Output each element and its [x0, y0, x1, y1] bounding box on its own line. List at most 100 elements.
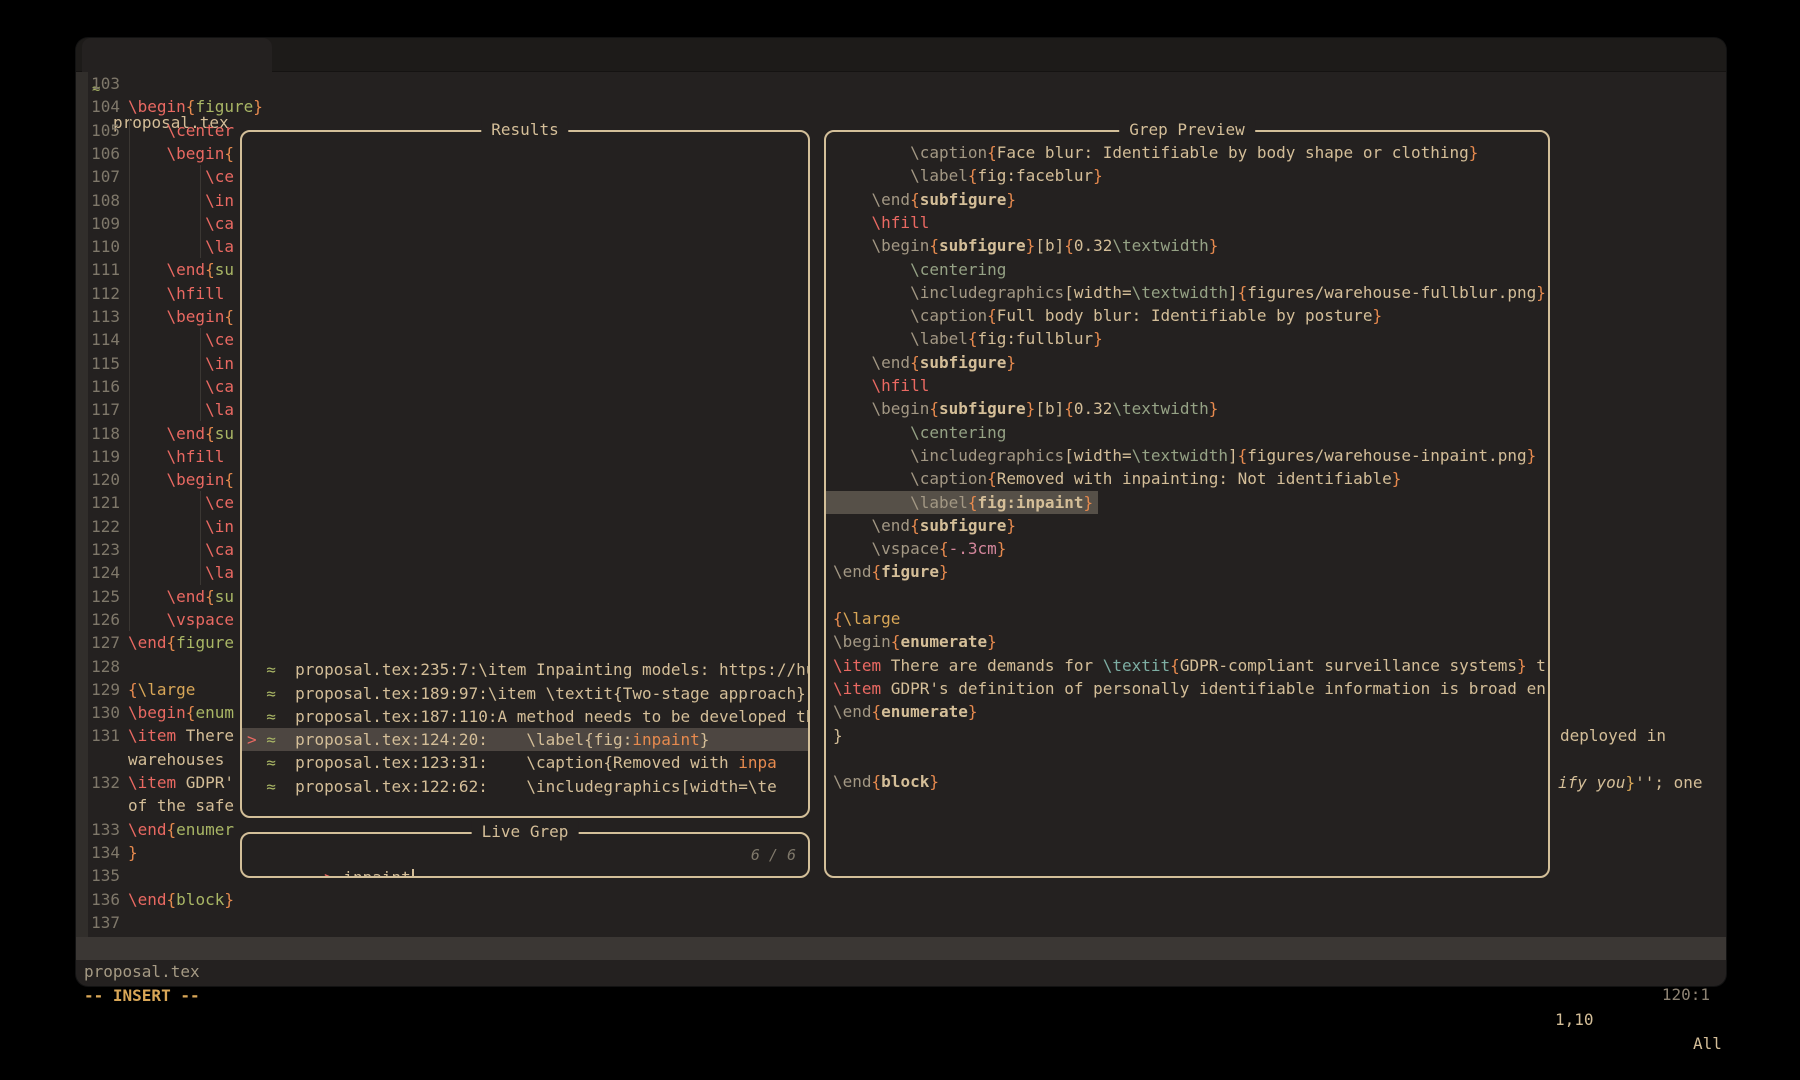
- results-row[interactable]: > ≈ proposal.tex:124:20: \label{fig:inpa…: [242, 728, 808, 751]
- editor-line-text: \ca: [128, 538, 234, 561]
- editor-line-text: \begin{: [128, 305, 234, 328]
- line-number: 134: [76, 841, 120, 864]
- editor-line-text: \item GDPR': [128, 771, 234, 794]
- line-number: 125: [76, 585, 120, 608]
- editor-line-text: \end{su: [128, 422, 234, 445]
- prompt-caret-icon: >: [324, 868, 343, 876]
- editor-line-text: \ce: [128, 165, 234, 188]
- line-number: 124: [76, 561, 120, 584]
- editor-line[interactable]: 103: [76, 72, 1726, 95]
- line-number: 105: [76, 119, 120, 142]
- line-number: 136: [76, 888, 120, 911]
- tex-file-icon: ≈: [266, 730, 276, 749]
- selection-caret-space: [247, 684, 266, 703]
- preview-line: \item There are demands for \textit{GDPR…: [833, 654, 1546, 677]
- line-number: 129: [76, 678, 120, 701]
- tab-proposal-tex[interactable]: ≈ proposal.tex ×: [82, 38, 272, 72]
- statusline: proposal.tex 120:1: [76, 937, 1726, 960]
- editor-line-text: \end{figure: [128, 631, 234, 654]
- line-number: 103: [76, 72, 120, 95]
- preview-line: \vspace{-.3cm}: [833, 537, 1006, 560]
- preview-line: \caption{Face blur: Identifiable by body…: [833, 141, 1478, 164]
- editor-line-text: \hfill: [128, 445, 224, 468]
- line-number: 127: [76, 631, 120, 654]
- preview-line: \centering: [833, 258, 1006, 281]
- results-row[interactable]: ≈ proposal.tex:123:31: \caption{Removed …: [242, 751, 808, 774]
- editor-line-text: \ce: [128, 491, 234, 514]
- indent-guide: [200, 328, 201, 421]
- preview-line: \includegraphics[width=\textwidth]{figur…: [833, 281, 1546, 304]
- line-number: 132: [76, 771, 120, 794]
- editor-line-text: \item There: [128, 724, 234, 747]
- indent-guide: [129, 119, 130, 632]
- editor-line-text: \hfill: [128, 282, 224, 305]
- line-number: 117: [76, 398, 120, 421]
- preview-line: \centering: [833, 421, 1006, 444]
- line-number: 118: [76, 422, 120, 445]
- preview-line: \hfill: [833, 211, 929, 234]
- editor-line-text: \ca: [128, 375, 234, 398]
- line-number: 137: [76, 911, 120, 934]
- preview-line: {\large: [833, 607, 900, 630]
- preview-line: \begin{enumerate}: [833, 630, 997, 653]
- editor-line-text: \in: [128, 189, 234, 212]
- line-number: 112: [76, 282, 120, 305]
- results-row[interactable]: ≈ proposal.tex:189:97:\item \textit{Two-…: [242, 682, 808, 705]
- editor-line-text: \end{su: [128, 258, 234, 281]
- editor-line[interactable]: 104\begin{figure}: [76, 95, 1726, 118]
- preview-line: \begin{subfigure}[b]{0.32\textwidth}: [833, 397, 1218, 420]
- editor-line-text: {\large: [128, 678, 195, 701]
- editor-line-text: \begin{: [128, 142, 234, 165]
- editor-line-text: of the safe: [128, 794, 234, 817]
- results-row[interactable]: ≈ proposal.tex:122:62: \includegraphics[…: [242, 775, 808, 798]
- results-float-window: Results ≈ proposal.tex:235:7:\item Inpai…: [240, 130, 810, 818]
- line-number: 123: [76, 538, 120, 561]
- selection-caret-space: [247, 777, 266, 796]
- line-number: 108: [76, 189, 120, 212]
- editor-line[interactable]: 136\end{block}: [76, 888, 1726, 911]
- editor-line-text: \in: [128, 515, 234, 538]
- line-number: 114: [76, 328, 120, 351]
- live-grep-query: inpaint: [343, 868, 410, 876]
- indent-guide: [200, 165, 201, 258]
- preview-line: \end{block}: [833, 770, 939, 793]
- tex-file-icon: ≈: [266, 660, 276, 679]
- live-grep-input[interactable]: > inpaint: [247, 842, 414, 866]
- editor-line-text: \end{enumer: [128, 818, 234, 841]
- editor-line-text: }: [128, 841, 138, 864]
- live-grep-float-window: Live Grep > inpaint 6 / 6: [240, 832, 810, 878]
- selection-caret-space: [247, 753, 266, 772]
- line-number: 121: [76, 491, 120, 514]
- tex-file-icon: ≈: [266, 777, 276, 796]
- line-number: 133: [76, 818, 120, 841]
- editor-line-text: warehouses: [128, 748, 224, 771]
- line-number: 128: [76, 655, 120, 678]
- ruler-scroll-indicator: All: [1693, 1032, 1722, 1056]
- line-number: 122: [76, 515, 120, 538]
- editor-line-text: \begin{enum: [128, 701, 234, 724]
- editor-line-text: \la: [128, 561, 234, 584]
- results-row[interactable]: ≈ proposal.tex:187:110:A method needs to…: [242, 705, 808, 728]
- preview-line: }: [833, 724, 843, 747]
- line-number: 131: [76, 724, 120, 747]
- selection-caret-space: [247, 660, 266, 679]
- preview-line: \end{subfigure}: [833, 351, 1016, 374]
- neovim-terminal-window: ≈ proposal.tex × 103104\begin{figure}105…: [76, 38, 1726, 986]
- editor-line-text: \end{su: [128, 585, 234, 608]
- line-number: 116: [76, 375, 120, 398]
- line-number: 111: [76, 258, 120, 281]
- grep-preview-float-window: Grep Preview \caption{Face blur: Identif…: [824, 130, 1550, 878]
- results-row[interactable]: ≈ proposal.tex:235:7:\item Inpainting mo…: [242, 658, 808, 681]
- editor-line-text: \in: [128, 352, 234, 375]
- grep-preview-pane[interactable]: \caption{Face blur: Identifiable by body…: [826, 132, 1548, 876]
- line-number: 109: [76, 212, 120, 235]
- preview-line: \label{fig:faceblur}: [833, 164, 1103, 187]
- preview-line: \end{subfigure}: [833, 188, 1016, 211]
- preview-line: \begin{subfigure}[b]{0.32\textwidth}: [833, 234, 1218, 257]
- statusline-position: 120:1: [1662, 983, 1710, 1006]
- line-number: 107: [76, 165, 120, 188]
- preview-line: \end{figure}: [833, 560, 949, 583]
- line-number: 130: [76, 701, 120, 724]
- preview-line: \item GDPR's definition of personally id…: [833, 677, 1546, 700]
- editor-line[interactable]: 137: [76, 911, 1726, 934]
